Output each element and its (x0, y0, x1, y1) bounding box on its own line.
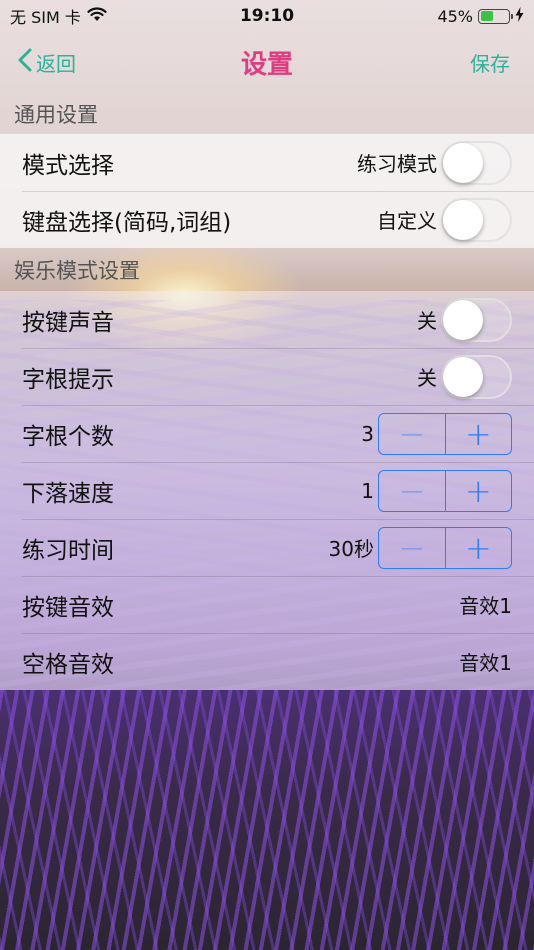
increment-button[interactable]: + (446, 471, 512, 511)
row-value: 3 (361, 421, 374, 446)
row-value: 音效1 (459, 651, 512, 675)
battery-icon (478, 8, 513, 24)
chevron-left-icon (18, 48, 32, 77)
row-fall-speed: 下落速度 1 − + (0, 462, 534, 519)
toggle-knob (443, 299, 483, 340)
radical-count-stepper: − + (378, 412, 512, 455)
carrier-label: 无 SIM 卡 (10, 8, 81, 27)
battery-percent: 45% (437, 6, 473, 26)
row-radical-hint: 字根提示 关 (0, 348, 534, 405)
row-label: 下落速度 (22, 480, 114, 507)
section-header-general: 通用设置 (14, 102, 98, 127)
toggle-knob (443, 142, 483, 183)
mode-toggle[interactable] (441, 140, 512, 185)
back-label: 返回 (36, 51, 76, 76)
toggle-knob (443, 199, 483, 240)
general-settings-group: 模式选择 练习模式 键盘选择(简码,词组) 自定义 (0, 134, 534, 248)
nav-bar: 返回 设置 保存 (0, 32, 534, 92)
row-value: 音效1 (459, 594, 512, 618)
row-label: 按键音效 (22, 594, 114, 621)
back-button[interactable]: 返回 (18, 48, 76, 77)
row-practice-time: 练习时间 30秒 − + (0, 519, 534, 576)
lavender-flowers (0, 690, 534, 950)
toggle-knob (443, 356, 483, 397)
practice-time-stepper: − + (378, 526, 512, 569)
page-title: 设置 (240, 49, 293, 80)
row-label: 字根个数 (22, 423, 114, 450)
row-value: 1 (361, 478, 374, 503)
row-value: 自定义 (377, 209, 437, 233)
row-label: 练习时间 (22, 537, 114, 564)
charging-bolt-icon (515, 6, 524, 26)
section-header-entertainment: 娱乐模式设置 (14, 258, 140, 283)
row-value: 关 (417, 309, 437, 333)
decrement-button[interactable]: − (379, 527, 446, 568)
fall-speed-stepper: − + (378, 469, 512, 512)
status-bar: 无 SIM 卡 19:10 45% (0, 0, 534, 32)
save-button[interactable]: 保存 (470, 48, 510, 77)
row-mode-select: 模式选择 练习模式 (0, 134, 534, 191)
key-sound-toggle[interactable] (441, 297, 512, 342)
row-label: 按键声音 (22, 309, 114, 336)
row-value: 30秒 (328, 537, 374, 561)
decrement-button[interactable]: − (379, 413, 446, 454)
entertainment-settings-group: 按键声音 关 字根提示 关 字根个数 3 − + 下落速度 1 − + 练习时间… (0, 291, 534, 690)
row-radical-count: 字根个数 3 − + (0, 405, 534, 462)
row-label: 字根提示 (22, 366, 114, 393)
row-key-effect[interactable]: 按键音效 音效1 (0, 576, 534, 633)
battery-level (480, 11, 493, 21)
increment-button[interactable]: + (446, 414, 512, 454)
radical-hint-toggle[interactable] (441, 354, 512, 399)
increment-button[interactable]: + (446, 528, 512, 568)
wifi-icon (87, 6, 107, 26)
row-keyboard-select: 键盘选择(简码,词组) 自定义 (0, 191, 534, 248)
row-label: 空格音效 (22, 651, 114, 678)
row-value: 关 (417, 366, 437, 390)
row-label: 键盘选择(简码,词组) (22, 209, 232, 236)
decrement-button[interactable]: − (379, 470, 446, 511)
keyboard-toggle[interactable] (441, 197, 512, 242)
row-space-effect[interactable]: 空格音效 音效1 (0, 633, 534, 690)
row-label: 模式选择 (22, 152, 114, 179)
row-value: 练习模式 (357, 152, 437, 176)
row-key-sound: 按键声音 关 (0, 291, 534, 348)
